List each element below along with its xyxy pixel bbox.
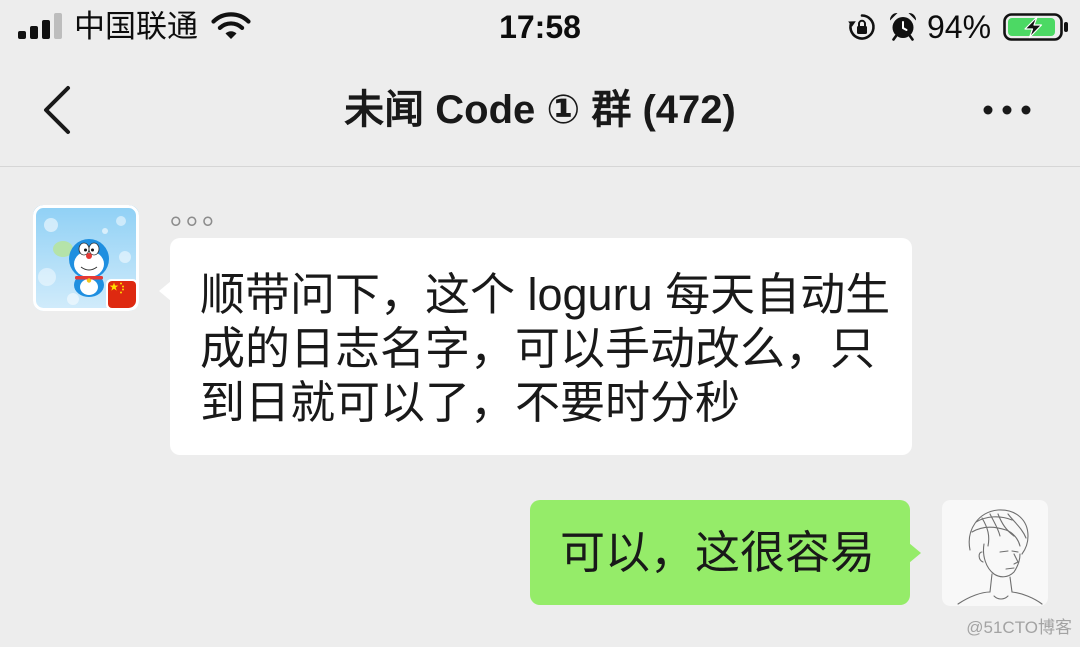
carrier-name: 中国联通	[74, 9, 198, 44]
chat-title: 未闻 Code ① 群 (472)	[344, 88, 736, 132]
battery-percent: 94%	[927, 9, 992, 45]
sent-message-bubble[interactable]: 可以，这很容易	[530, 500, 910, 605]
rotation-lock-icon	[847, 12, 877, 42]
signal-bar	[18, 31, 26, 39]
sender-name: 。。。	[170, 198, 233, 231]
signal-bar	[54, 13, 62, 39]
alarm-icon	[888, 11, 918, 41]
watermark: @51CTO博客	[966, 618, 1072, 637]
sender-avatar[interactable]	[33, 205, 139, 311]
battery-charging-icon	[1003, 13, 1069, 41]
signal-bar	[30, 26, 38, 39]
wifi-icon	[211, 12, 251, 40]
china-flag-badge	[106, 279, 138, 310]
signal-icon	[16, 12, 64, 40]
bubble-tail	[909, 543, 921, 563]
more-icon[interactable]	[981, 100, 1035, 120]
message-text-line: 成的日志名字，可以手动改么，只	[200, 323, 876, 374]
message-text-line: 可以，这很容易	[560, 527, 876, 578]
header-divider	[0, 166, 1080, 167]
doraemon-figure	[69, 239, 109, 297]
received-message-bubble[interactable]: 顺带问下，这个 loguru 每天自动生 成的日志名字，可以手动改么，只 到日就…	[170, 238, 912, 455]
clock-time: 17:58	[499, 9, 581, 45]
message-text-line: 顺带问下，这个 loguru 每天自动生	[200, 269, 891, 320]
my-avatar[interactable]	[942, 500, 1048, 606]
message-text-line: 到日就可以了，不要时分秒	[200, 377, 741, 428]
signal-bar	[42, 20, 50, 39]
